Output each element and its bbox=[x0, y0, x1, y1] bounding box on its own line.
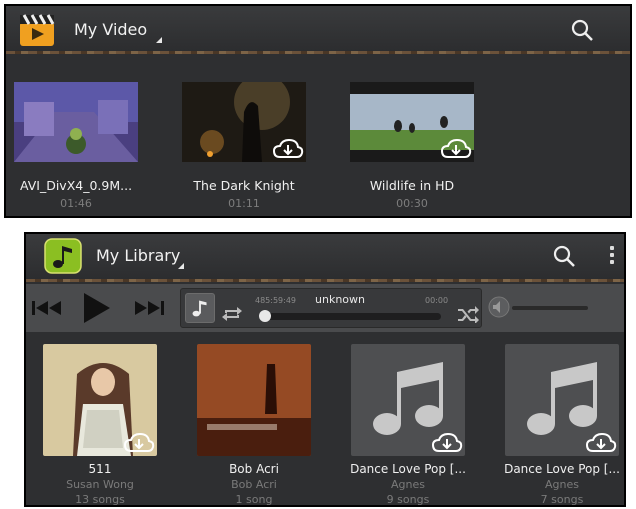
search-icon[interactable] bbox=[552, 244, 576, 268]
cloud-download-icon[interactable] bbox=[272, 138, 304, 160]
video-item-title: The Dark Knight bbox=[193, 178, 295, 193]
album-artist: Agnes bbox=[391, 478, 425, 491]
now-playing-button[interactable] bbox=[185, 293, 215, 323]
elapsed-time: 485:59:49 bbox=[255, 296, 297, 305]
library-panel: My Library 485:59:49 unknown 00:00 511 S… bbox=[24, 232, 626, 507]
track-name: unknown bbox=[315, 293, 365, 306]
album-item[interactable]: 511 Susan Wong 13 songs bbox=[26, 344, 174, 506]
overflow-menu-icon[interactable] bbox=[610, 246, 614, 264]
album-title: Dance Love Pop [... bbox=[504, 462, 620, 476]
seek-handle[interactable] bbox=[259, 310, 271, 322]
album-art bbox=[505, 344, 619, 456]
clapperboard-icon[interactable] bbox=[18, 12, 56, 48]
library-title-label[interactable]: My Library bbox=[96, 246, 180, 265]
album-artist: Bob Acri bbox=[231, 478, 277, 491]
video-item-duration: 01:11 bbox=[228, 197, 260, 210]
album-art bbox=[197, 344, 311, 456]
album-item[interactable]: Dance Love Pop [... Agnes 9 songs bbox=[334, 344, 482, 506]
music-note-icon bbox=[192, 300, 207, 317]
repeat-icon[interactable] bbox=[221, 305, 243, 323]
album-title: Bob Acri bbox=[229, 462, 279, 476]
track-seek-bar[interactable] bbox=[263, 313, 441, 320]
album-artist: Agnes bbox=[545, 478, 579, 491]
video-item-duration: 00:30 bbox=[396, 197, 428, 210]
search-icon[interactable] bbox=[570, 18, 594, 42]
library-action-bar: My Library bbox=[26, 234, 624, 282]
video-item-title: AVI_DivX4_0.9M... bbox=[19, 178, 133, 193]
album-item[interactable]: Dance Love Pop [... Agnes 7 songs bbox=[488, 344, 624, 506]
dropdown-icon[interactable] bbox=[178, 263, 184, 269]
video-action-bar: My Video bbox=[6, 6, 630, 54]
album-song-count: 1 song bbox=[235, 493, 273, 506]
music-note-icon[interactable] bbox=[44, 238, 82, 274]
music-player-bar: 485:59:49 unknown 00:00 bbox=[26, 284, 624, 332]
video-item[interactable]: AVI_DivX4_0.9M... 01:46 bbox=[14, 82, 138, 210]
video-thumbnail bbox=[182, 82, 306, 162]
album-art bbox=[43, 344, 157, 456]
album-title: Dance Love Pop [... bbox=[350, 462, 466, 476]
album-title: 511 bbox=[88, 462, 112, 476]
video-item-duration: 01:46 bbox=[60, 197, 92, 210]
cloud-download-icon[interactable] bbox=[431, 432, 463, 454]
dropdown-icon[interactable] bbox=[156, 37, 162, 43]
album-song-count: 13 songs bbox=[75, 493, 125, 506]
cloud-download-icon[interactable] bbox=[440, 138, 472, 160]
album-art bbox=[351, 344, 465, 456]
video-panel: My Video AVI_DivX4_0.9M... 01:46 The Dar… bbox=[4, 4, 632, 218]
track-progress-panel: 485:59:49 unknown 00:00 bbox=[180, 288, 482, 328]
remaining-time: 00:00 bbox=[425, 296, 449, 305]
cloud-download-icon[interactable] bbox=[585, 432, 617, 454]
volume-icon[interactable] bbox=[488, 296, 510, 318]
cloud-download-icon[interactable] bbox=[123, 432, 155, 454]
volume-slider[interactable] bbox=[512, 306, 588, 310]
overflow-menu-icon[interactable] bbox=[630, 22, 632, 40]
video-item[interactable]: Wildlife in HD 00:30 bbox=[350, 82, 474, 210]
video-item[interactable]: The Dark Knight 01:11 bbox=[182, 82, 306, 210]
album-song-count: 9 songs bbox=[386, 493, 430, 506]
video-item-title: Wildlife in HD bbox=[369, 178, 455, 193]
video-thumbnail bbox=[14, 82, 138, 162]
album-artist: Susan Wong bbox=[66, 478, 134, 491]
previous-icon[interactable] bbox=[32, 300, 62, 316]
album-item[interactable]: Bob Acri Bob Acri 1 song bbox=[180, 344, 328, 506]
album-song-count: 7 songs bbox=[540, 493, 584, 506]
shuffle-icon[interactable] bbox=[457, 305, 479, 323]
video-thumbnail bbox=[350, 82, 474, 162]
video-title-label[interactable]: My Video bbox=[74, 20, 147, 39]
play-icon[interactable] bbox=[82, 291, 112, 325]
next-icon[interactable] bbox=[134, 300, 164, 316]
